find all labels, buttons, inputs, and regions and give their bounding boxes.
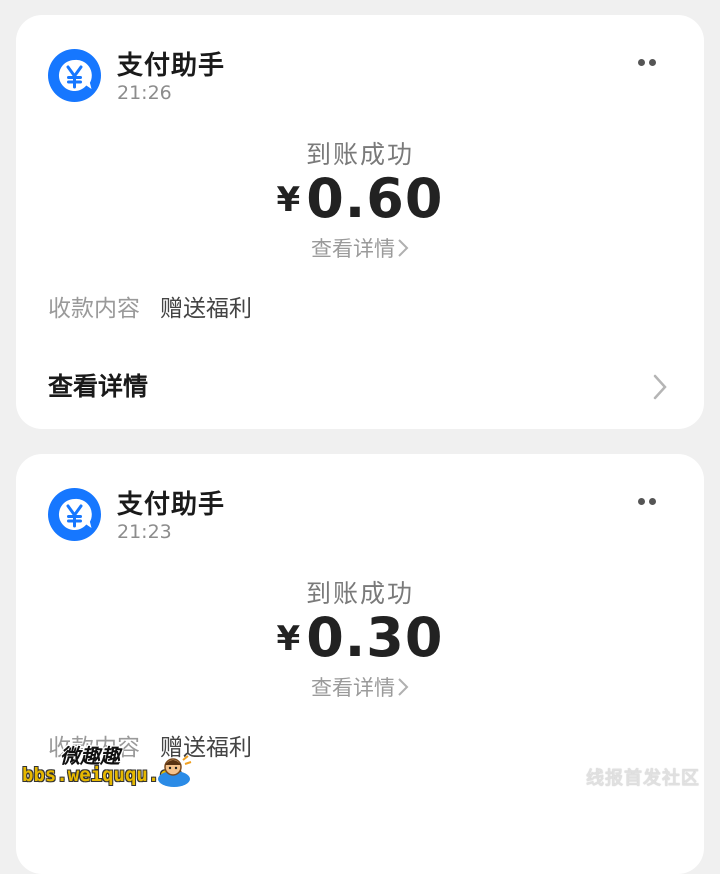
app-name: 支付助手: [117, 51, 226, 81]
payment-notification-card[interactable]: 支付助手 21:23 到账成功 ¥0.30 查看详情 收款内容 赠送福利: [16, 454, 704, 874]
mascot-icon: [158, 755, 192, 787]
payment-status: 到账成功: [305, 579, 414, 608]
view-details-footer[interactable]: 查看详情: [48, 367, 148, 403]
notification-time: 21:23: [117, 521, 172, 543]
view-details-label: 查看详情: [311, 676, 395, 700]
chevron-right-icon: [398, 239, 409, 257]
view-details-link[interactable]: 查看详情: [16, 233, 704, 263]
amount-value: 0.30: [306, 606, 444, 669]
yen-chat-bubble-icon: [58, 498, 92, 530]
app-name: 支付助手: [117, 490, 226, 520]
field-value: 赠送福利: [160, 296, 252, 322]
field-label: 收款内容: [48, 296, 140, 322]
corner-watermark: 线报首发社区: [586, 768, 700, 789]
view-details-link[interactable]: 查看详情: [16, 672, 704, 702]
payment-status: 到账成功: [305, 140, 414, 169]
view-details-label: 查看详情: [311, 237, 395, 261]
payment-content-row: 收款内容 赠送福利: [48, 289, 252, 323]
payment-amount: ¥0.30: [16, 606, 704, 669]
amount-value: 0.60: [306, 167, 444, 230]
payment-notification-card[interactable]: 支付助手 21:26 到账成功 ¥0.60 查看详情 收款内容 赠送福利 查看详情: [16, 15, 704, 429]
payment-assistant-avatar: [48, 488, 101, 541]
site-watermark: 微趣趣 bbs.weiququ.cn: [22, 740, 202, 792]
yen-chat-bubble-icon: [58, 59, 92, 91]
payment-assistant-avatar: [48, 49, 101, 102]
notification-time: 21:26: [117, 82, 172, 104]
payment-amount: ¥0.60: [16, 167, 704, 230]
more-dots-icon[interactable]: [638, 494, 664, 508]
more-dots-icon[interactable]: [638, 55, 664, 69]
currency-symbol: ¥: [276, 619, 301, 659]
chevron-right-icon: [398, 678, 409, 696]
currency-symbol: ¥: [276, 180, 301, 220]
chevron-right-icon[interactable]: [652, 373, 668, 401]
